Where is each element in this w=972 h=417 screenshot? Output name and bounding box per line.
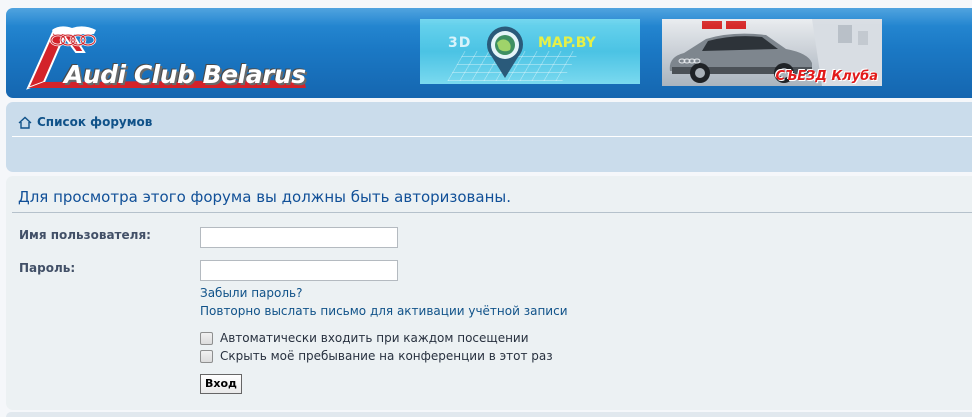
autologin-label[interactable]: Автоматически входить при каждом посещен… [220, 331, 529, 345]
login-button[interactable]: Вход [200, 374, 242, 394]
site-header: Audi Club Belarus 3D MAP.BY СЪЕЗД Клуба [6, 8, 972, 98]
forgot-password-link[interactable]: Забыли пароль? [200, 286, 302, 300]
autologin-row: Автоматически входить при каждом посещен… [200, 331, 529, 345]
password-label: Пароль: [19, 261, 76, 275]
banner-map-right-text: MAP.BY [538, 35, 596, 51]
banner-map-left-text: 3D [448, 35, 472, 51]
login-panel: Для просмотра этого форума вы должны быт… [6, 176, 972, 410]
resend-activation-link[interactable]: Повторно выслать письмо для активации уч… [200, 304, 568, 318]
page-title: Для просмотра этого форума вы должны быт… [18, 188, 511, 206]
banner-club-congress[interactable]: СЪЕЗД Клуба [662, 19, 882, 86]
autologin-checkbox[interactable] [200, 331, 213, 345]
bottom-panel-edge [6, 412, 972, 417]
hide-presence-row: Скрыть моё пребывание на конференции в э… [200, 349, 553, 363]
hide-presence-checkbox[interactable] [200, 349, 213, 363]
nav-divider [12, 136, 972, 137]
hide-presence-label[interactable]: Скрыть моё пребывание на конференции в э… [220, 349, 553, 363]
navbar: Список форумов [6, 102, 972, 172]
title-divider [12, 212, 972, 213]
banner-congress-caption: СЪЕЗД Клуба [775, 69, 878, 84]
breadcrumb-label[interactable]: Список форумов [37, 115, 152, 129]
globe-pin-icon [487, 26, 523, 78]
home-icon [18, 116, 32, 129]
username-field[interactable] [200, 227, 398, 248]
site-logo[interactable]: Audi Club Belarus [24, 22, 324, 92]
password-field[interactable] [200, 260, 398, 281]
breadcrumb-forum-index[interactable]: Список форумов [18, 115, 152, 129]
username-label: Имя пользователя: [19, 228, 151, 242]
banner-3dmap[interactable]: 3D MAP.BY [420, 19, 640, 84]
logo-text: Audi Club Belarus [64, 60, 306, 89]
